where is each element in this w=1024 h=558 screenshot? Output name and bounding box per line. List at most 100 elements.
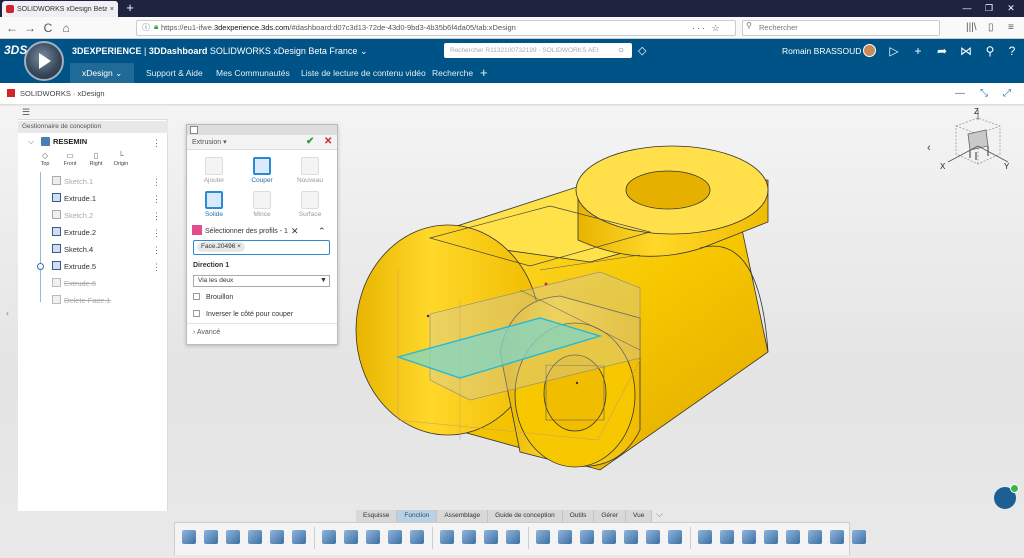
minimize-app-button[interactable]: — xyxy=(955,83,965,105)
toolbar-command-icon[interactable] xyxy=(364,528,382,546)
restore-window-button[interactable]: ❐ xyxy=(978,0,1000,17)
add-tab-button[interactable]: + xyxy=(480,63,488,83)
tab-feature[interactable]: Fonction xyxy=(397,510,438,522)
tab-manage[interactable]: Gérer xyxy=(594,510,626,522)
close-window-button[interactable]: ✕ xyxy=(1000,0,1022,17)
toolbar-command-icon[interactable] xyxy=(644,528,662,546)
cancel-button[interactable]: ✕ xyxy=(324,136,332,147)
platform-title[interactable]: 3DEXPERIENCE | 3DDashboard SOLIDWORKS xD… xyxy=(72,39,367,63)
toggle-toolbar-icon[interactable]: ⌵ xyxy=(656,509,663,520)
tab-design-guide[interactable]: Guide de conception xyxy=(488,510,563,522)
toolbar-command-icon[interactable] xyxy=(460,528,478,546)
toolbar-command-icon[interactable] xyxy=(622,528,640,546)
ok-button[interactable]: ✔ xyxy=(306,136,314,147)
page-actions-icon[interactable]: ··· ☆ xyxy=(692,20,722,36)
menu-icon[interactable]: ≡ xyxy=(1008,20,1014,36)
toolbar-command-icon[interactable] xyxy=(740,528,758,546)
browser-tab[interactable]: SOLIDWORKS xDesign Beta France × xyxy=(2,1,118,17)
sidebar-icon[interactable]: ▯ xyxy=(988,20,994,36)
body-surface-button[interactable]: Surface xyxy=(293,191,327,218)
toolbar-command-icon[interactable] xyxy=(784,528,802,546)
toolbar-command-icon[interactable] xyxy=(850,528,868,546)
network-icon[interactable]: ⋈ xyxy=(956,39,976,63)
tag-icon[interactable]: ◇ xyxy=(638,44,646,57)
forward-button[interactable]: → xyxy=(22,20,38,36)
toolbar-command-icon[interactable] xyxy=(666,528,684,546)
tree-item-delete-face-1[interactable]: Delete Face.1 xyxy=(52,294,111,308)
body-solid-button[interactable]: Solide xyxy=(197,191,231,218)
toolbar-command-icon[interactable] xyxy=(504,528,522,546)
draft-checkbox[interactable]: Brouillon xyxy=(193,293,233,303)
info-icon[interactable]: ⓘ xyxy=(142,22,150,33)
search-icon[interactable]: ○ xyxy=(618,43,624,58)
collapse-selection-icon[interactable]: ⌃ xyxy=(318,225,326,237)
expand-icon[interactable]: ⤢ xyxy=(1003,83,1011,105)
tree-view-icon[interactable]: ☰ xyxy=(22,107,30,118)
library-icon[interactable]: |||\ xyxy=(966,20,977,36)
compass-icon[interactable] xyxy=(24,41,64,81)
extrusion-title[interactable]: Extrusion ▾ xyxy=(187,135,337,150)
toolbar-command-icon[interactable] xyxy=(696,528,714,546)
tree-item-extrude-2[interactable]: Extrude.2 xyxy=(52,226,96,240)
new-tab-button[interactable]: + xyxy=(122,0,138,17)
tree-item-menu-icon[interactable]: ⋮ xyxy=(152,260,161,274)
tab-view[interactable]: Vue xyxy=(625,510,653,522)
tab-sketch[interactable]: Esquisse xyxy=(356,510,398,522)
toolbar-command-icon[interactable] xyxy=(290,528,308,546)
tools-icon[interactable]: ⚲ xyxy=(980,39,1000,63)
collapse-icon[interactable]: ⤡ xyxy=(980,83,988,105)
toolbar-command-icon[interactable] xyxy=(578,528,596,546)
body-thin-button[interactable]: Mince xyxy=(245,191,279,218)
toolbar-command-icon[interactable] xyxy=(202,528,220,546)
direction-select[interactable]: Via les deux xyxy=(193,275,330,287)
back-button[interactable]: ← xyxy=(4,20,20,36)
toolbar-command-icon[interactable] xyxy=(534,528,552,546)
tab-assembly[interactable]: Assemblage xyxy=(437,510,489,522)
tab-support[interactable]: Support & Aide xyxy=(146,63,203,83)
root-node[interactable]: RESEMIN xyxy=(53,136,87,148)
url-bar[interactable]: https://eu1-ifwe.3dexperience.3ds.com/#d… xyxy=(136,20,736,36)
user-name[interactable]: Romain BRASSOUD xyxy=(782,39,861,63)
toolbar-command-icon[interactable] xyxy=(806,528,824,546)
browser-search-input[interactable]: Rechercher xyxy=(742,20,940,36)
toolbar-command-icon[interactable] xyxy=(718,528,736,546)
forward-share-icon[interactable]: ➦ xyxy=(932,39,952,63)
collapse-panel-arrow[interactable]: ‹ xyxy=(6,308,9,318)
platform-search-input[interactable]: Rechercher R1132100732199 - SOLIDWORKS A… xyxy=(444,43,632,58)
tree-item-menu-icon[interactable]: ⋮ xyxy=(152,175,161,189)
toolbar-command-icon[interactable] xyxy=(180,528,198,546)
advanced-section-toggle[interactable]: › Avancé xyxy=(193,329,220,336)
toolbar-command-icon[interactable] xyxy=(556,528,574,546)
toolbar-command-icon[interactable] xyxy=(342,528,360,546)
share-icon[interactable]: ▷ xyxy=(884,39,904,63)
close-tab-icon[interactable]: × xyxy=(110,6,114,13)
minimize-window-button[interactable]: — xyxy=(956,0,978,17)
toolbar-command-icon[interactable] xyxy=(386,528,404,546)
root-menu-icon[interactable]: ⋮ xyxy=(152,136,161,150)
checkbox-box[interactable] xyxy=(193,293,200,300)
toolbar-command-icon[interactable] xyxy=(224,528,242,546)
tab-xdesign[interactable]: xDesign ⌄ xyxy=(70,63,134,83)
checkbox-box[interactable] xyxy=(193,310,200,317)
plane-right[interactable]: ▯ Right xyxy=(85,151,107,167)
tree-item-menu-icon[interactable]: ⋮ xyxy=(152,226,161,240)
add-icon[interactable]: + xyxy=(908,39,928,63)
tab-tools[interactable]: Outils xyxy=(562,510,595,522)
viewcube-prev-arrow[interactable]: ‹ xyxy=(927,142,931,154)
origin[interactable]: └ Origin xyxy=(110,151,132,167)
op-add-button[interactable]: Ajouter xyxy=(197,157,231,184)
tab-search[interactable]: Recherche xyxy=(432,63,473,83)
rollback-marker[interactable] xyxy=(37,263,44,270)
tree-item-sketch-4[interactable]: Sketch.4 xyxy=(52,243,93,257)
selected-face-chip[interactable]: Face.20496 × xyxy=(197,242,245,252)
help-icon[interactable]: ? xyxy=(1002,39,1022,63)
plane-top[interactable]: ◇ Top xyxy=(34,151,56,167)
clear-selection-icon[interactable]: ✕ xyxy=(291,225,299,237)
panel-drag-handle[interactable] xyxy=(187,125,337,135)
reload-button[interactable]: C xyxy=(40,20,56,36)
tree-item-sketch-2[interactable]: Sketch.2 xyxy=(52,209,93,223)
home-button[interactable]: ⌂ xyxy=(58,20,74,36)
toolbar-command-icon[interactable] xyxy=(828,528,846,546)
tree-item-extrude-5[interactable]: Extrude.5 xyxy=(52,260,96,274)
select-profiles-row[interactable]: Sélectionner des profils - 1 xyxy=(192,225,332,237)
